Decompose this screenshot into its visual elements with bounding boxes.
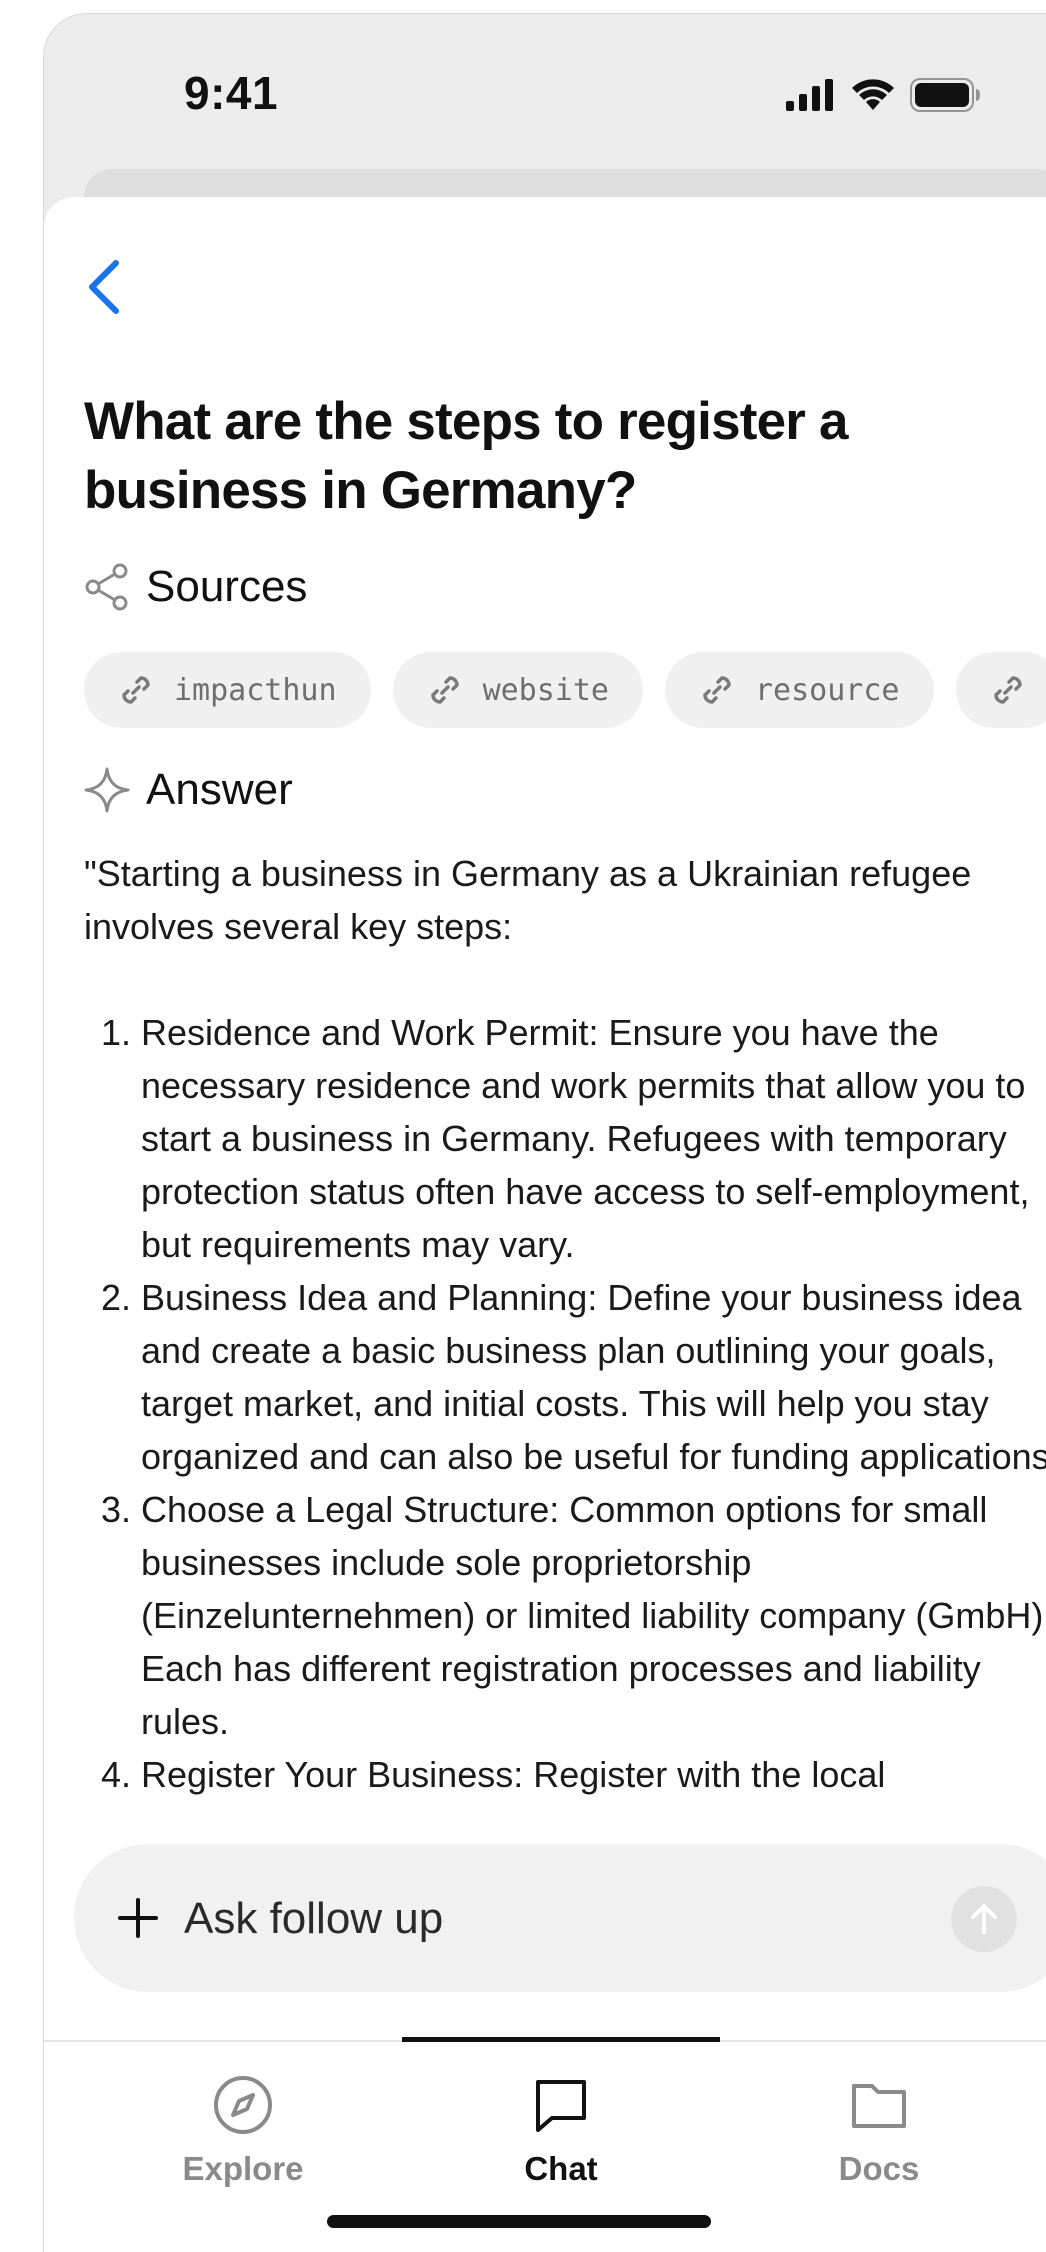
chat-sheet: What are the steps to register a busines… (44, 197, 1046, 2252)
answer-label: Answer (146, 765, 293, 814)
answer-intro: "Starting a business in Germany as a Ukr… (84, 853, 972, 947)
source-chip-label: website (482, 672, 609, 708)
tab-chat-label: Chat (524, 2150, 598, 2187)
cellular-signal-icon (786, 79, 833, 111)
share-icon (85, 563, 128, 611)
answer-step: Residence and Work Permit: Ensure you ha… (141, 1006, 1046, 1271)
follow-up-input[interactable]: Ask follow up (184, 1894, 443, 1944)
tab-explore-label: Explore (182, 2150, 304, 2187)
source-chip-label: resource (755, 672, 900, 708)
chevron-left-icon (89, 260, 119, 314)
tab-chat[interactable]: Chat (402, 2042, 720, 2202)
question-title: What are the steps to register a busines… (84, 392, 849, 520)
tab-docs[interactable]: Docs (720, 2042, 1038, 2202)
sources-label: Sources (146, 562, 308, 611)
compass-icon (214, 2076, 272, 2134)
answer-body: "Starting a business in Germany as a Ukr… (84, 847, 1046, 1847)
sparkle-icon (84, 767, 130, 813)
plus-icon[interactable] (116, 1896, 160, 1940)
sources-header: Sources (84, 562, 307, 612)
arrow-up-icon (971, 1904, 997, 1934)
answer-header: Answer (84, 765, 293, 815)
send-button[interactable] (951, 1886, 1017, 1952)
tab-explore[interactable]: Explore (84, 2042, 402, 2202)
battery-icon (910, 78, 980, 112)
source-chip[interactable]: resource (665, 652, 934, 728)
back-button[interactable] (84, 257, 134, 327)
tab-docs-label: Docs (838, 2150, 920, 2187)
source-chip[interactable]: website (392, 652, 643, 728)
wifi-icon (852, 79, 894, 110)
status-icons (786, 78, 996, 112)
follow-up-composer[interactable]: Ask follow up (74, 1844, 1046, 1992)
answer-step: Register Your Business: Register with th… (141, 1748, 1046, 1801)
folder-icon (852, 2084, 906, 2128)
status-time: 9:41 (184, 67, 279, 119)
answer-steps-list: Residence and Work Permit: Ensure you ha… (84, 1006, 1046, 1801)
answer-step: Choose a Legal Structure: Common options… (141, 1483, 1046, 1748)
home-indicator (327, 2215, 711, 2228)
source-chip[interactable]: impacthun (84, 652, 371, 728)
answer-step: Business Idea and Planning: Define your … (141, 1271, 1046, 1483)
link-icon (703, 676, 731, 704)
link-icon (430, 676, 459, 704)
chat-bubble-icon (536, 2080, 586, 2132)
link-icon (993, 676, 1022, 704)
phone-frame: 9:41 What are the steps to register a bu… (43, 13, 1046, 2252)
source-chip-more[interactable] (955, 652, 1046, 728)
link-icon (122, 676, 150, 704)
sources-chip-list: impacthun website resource (84, 652, 1046, 728)
source-chip-label: impacthun (174, 672, 337, 708)
